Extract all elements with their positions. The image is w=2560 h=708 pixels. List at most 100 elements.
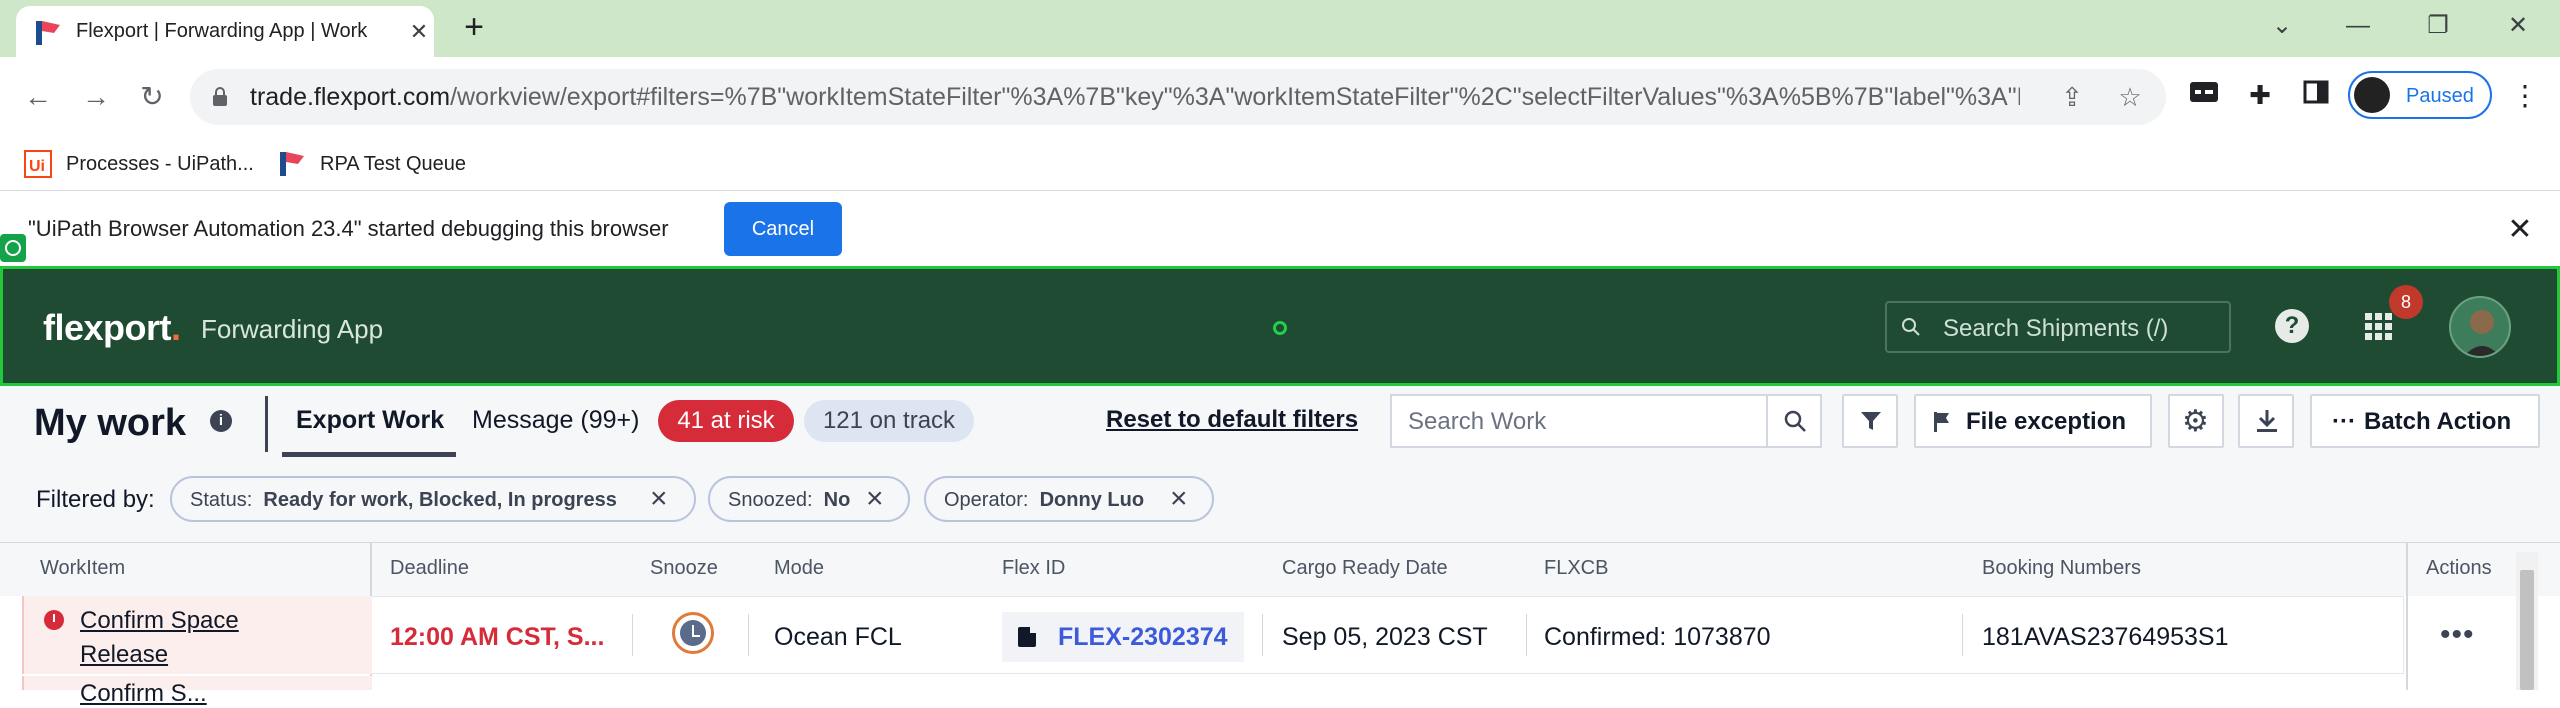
profile-button[interactable]: Paused	[2348, 71, 2492, 119]
on-track-badge[interactable]: 121 on track	[804, 400, 974, 442]
extension-uipath-icon[interactable]	[2186, 77, 2222, 113]
column-deadline[interactable]: Deadline	[390, 557, 469, 580]
side-panel-icon[interactable]	[2298, 77, 2334, 113]
shipment-search-input[interactable]: Search Shipments (/)	[1885, 301, 2231, 353]
settings-button[interactable]: ⚙	[2168, 394, 2224, 448]
debugging-infobar: "UiPath Browser Automation 23.4" started…	[0, 192, 2560, 266]
info-icon[interactable]: i	[210, 410, 232, 432]
tab-message[interactable]: Message (99+)	[472, 406, 639, 435]
cell-divider	[632, 614, 633, 656]
cargo-ready-date-cell: Sep 05, 2023 CST	[1282, 623, 1488, 651]
active-tab-indicator	[282, 452, 456, 457]
status-dot-icon	[1273, 321, 1287, 335]
chip-key: Operator:	[944, 489, 1029, 511]
search-icon	[1902, 318, 1920, 336]
uipath-debug-indicator-icon	[0, 234, 26, 262]
filter-chip-snoozed[interactable]: Snoozed: No ×	[708, 476, 910, 522]
flex-id-cell[interactable]: FLEX-2302374	[1002, 612, 1244, 662]
column-flxcb[interactable]: FLXCB	[1544, 557, 1608, 580]
workitem-link-partial[interactable]: Confirm S...	[80, 680, 207, 708]
browser-tab[interactable]: Flexport | Forwarding App | Work ✕	[16, 6, 434, 57]
user-avatar[interactable]	[2449, 296, 2511, 358]
download-icon	[2257, 410, 2277, 432]
reset-filters-link[interactable]: Reset to default filters	[1106, 406, 1358, 434]
flexport-bookmark-icon	[280, 152, 304, 176]
chip-value: No	[823, 489, 851, 511]
file-exception-label: File exception	[1966, 408, 2127, 435]
minimize-button[interactable]: —	[2338, 8, 2378, 44]
app-subtitle: Forwarding App	[201, 314, 384, 344]
notification-badge: 8	[2389, 285, 2423, 319]
remove-filter-icon[interactable]: ×	[1170, 483, 1188, 515]
restore-button[interactable]: ❐	[2418, 8, 2458, 44]
apps-grid-icon[interactable]	[2365, 313, 2393, 341]
cell-divider	[1262, 614, 1263, 656]
workitem-link[interactable]: Confirm Space Release	[80, 604, 280, 672]
work-search-button[interactable]	[1766, 394, 1822, 448]
flex-id-link[interactable]: FLEX-2302374	[1058, 623, 1228, 652]
snooze-clock-icon[interactable]	[672, 612, 714, 654]
download-button[interactable]	[2238, 394, 2294, 448]
tab-search-icon[interactable]: ⌄	[2262, 8, 2302, 44]
file-exception-button[interactable]: File exception	[1914, 394, 2152, 448]
column-workitem[interactable]: WorkItem	[40, 557, 125, 580]
column-snooze[interactable]: Snooze	[650, 557, 718, 580]
new-tab-button[interactable]: +	[456, 10, 492, 46]
close-window-button[interactable]: ✕	[2498, 8, 2538, 44]
close-infobar-icon[interactable]: ✕	[2502, 212, 2538, 248]
search-icon	[1784, 410, 1806, 432]
row-actions-menu-icon[interactable]: •••	[2440, 618, 2475, 652]
chip-value: Donny Luo	[1039, 489, 1145, 511]
funnel-icon	[1861, 412, 1881, 430]
at-risk-badge[interactable]: 41 at risk	[658, 400, 794, 442]
bookmark-label: Processes - UiPath...	[66, 152, 254, 175]
work-search-input[interactable]: Search Work	[1390, 394, 1774, 448]
cancel-debugging-button[interactable]: Cancel	[724, 202, 842, 256]
extensions-puzzle-icon[interactable]: ✚	[2242, 77, 2278, 113]
bookmark-rpa-test-queue[interactable]: RPA Test Queue	[278, 149, 466, 179]
bookmark-uipath[interactable]: Ui Processes - UiPath...	[24, 149, 254, 179]
app-header: flexport. Forwarding App Search Shipment…	[0, 266, 2560, 386]
cell-divider	[748, 614, 749, 656]
deadline-cell: 12:00 AM CST, S...	[390, 623, 605, 651]
column-mode[interactable]: Mode	[774, 557, 824, 580]
back-button[interactable]: ←	[18, 77, 58, 117]
help-icon[interactable]: ?	[2275, 309, 2309, 343]
document-icon	[1018, 627, 1036, 647]
alert-clock-icon	[44, 610, 64, 630]
remove-filter-icon[interactable]: ×	[650, 483, 668, 515]
column-flex-id[interactable]: Flex ID	[1002, 557, 1065, 580]
share-icon[interactable]: ⇪	[2056, 81, 2088, 113]
browser-menu-icon[interactable]: ⋮	[2510, 76, 2540, 116]
bookmark-star-icon[interactable]: ☆	[2114, 81, 2146, 113]
table-scrollbar[interactable]	[2516, 552, 2538, 690]
url-host: trade.flexport.com	[250, 83, 451, 111]
shipment-search-placeholder: Search Shipments (/)	[1943, 315, 2169, 342]
address-bar[interactable]: trade.flexport.com/workview/export#filte…	[190, 69, 2166, 125]
filter-chip-operator[interactable]: Operator: Donny Luo ×	[924, 476, 1214, 522]
filter-button[interactable]	[1842, 394, 1898, 448]
profile-status: Paused	[2406, 85, 2474, 107]
column-booking-numbers[interactable]: Booking Numbers	[1982, 557, 2141, 580]
bookmark-label: RPA Test Queue	[320, 152, 467, 175]
close-tab-icon[interactable]: ✕	[404, 17, 434, 47]
scrollbar-thumb[interactable]	[2520, 570, 2534, 690]
flag-icon	[1934, 412, 1949, 432]
tab-export-work[interactable]: Export Work	[296, 406, 444, 435]
cell-divider	[1526, 614, 1527, 656]
column-cargo-ready-date[interactable]: Cargo Ready Date	[1282, 557, 1448, 580]
filtered-by-label: Filtered by:	[36, 486, 155, 513]
forward-button[interactable]: →	[76, 77, 116, 117]
reload-button[interactable]: ↻	[132, 77, 172, 117]
uipath-icon: Ui	[24, 150, 52, 178]
batch-action-button[interactable]: ··· Batch Action	[2310, 394, 2540, 448]
filter-chip-status[interactable]: Status: Ready for work, Blocked, In prog…	[170, 476, 696, 522]
table-row-partial-body	[372, 676, 2404, 690]
flxcb-cell: Confirmed: 1073870	[1544, 623, 1771, 651]
svg-text:Ui: Ui	[29, 158, 45, 175]
remove-filter-icon[interactable]: ×	[866, 483, 884, 515]
column-divider	[2406, 542, 2408, 690]
work-search-placeholder: Search Work	[1408, 408, 1547, 435]
flexport-logo[interactable]: flexport.	[43, 307, 181, 349]
chip-key: Status:	[190, 489, 253, 511]
